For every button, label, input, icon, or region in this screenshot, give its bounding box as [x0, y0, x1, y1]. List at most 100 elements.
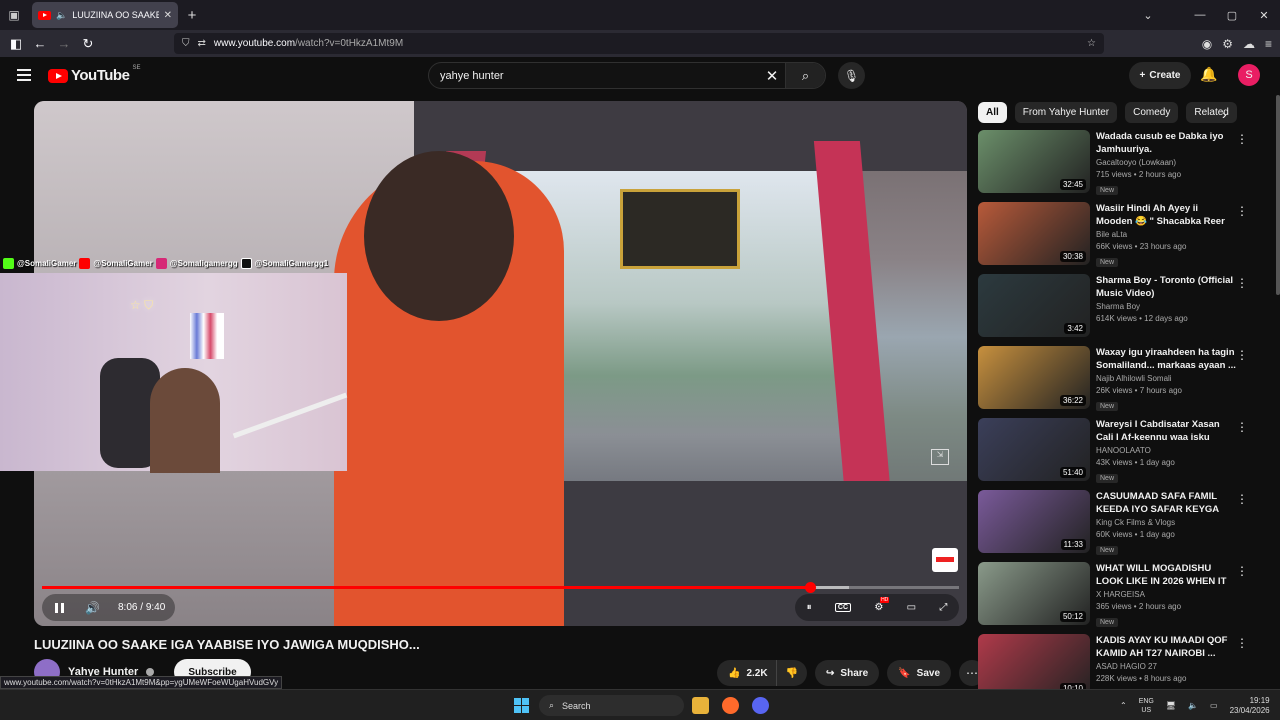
network-icon[interactable]: 🖥 [1166, 701, 1176, 710]
chip-from-channel[interactable]: From Yahye Hunter [1014, 102, 1118, 123]
recommendation-thumbnail[interactable]: 3:42 [978, 274, 1090, 337]
close-tab-icon[interactable]: ✕ [164, 10, 172, 21]
recommendation-thumbnail[interactable]: 11:33 [978, 490, 1090, 553]
permissions-icon[interactable]: ⇄ [198, 38, 206, 49]
recommendation-thumbnail[interactable]: 30:38 [978, 202, 1090, 265]
more-options-icon[interactable]: ⋮ [1236, 564, 1248, 578]
recommendation-item[interactable]: 36:22 Waxay igu yiraahdeen ha tagin Somal… [978, 346, 1258, 411]
close-window-button[interactable]: ✕ [1248, 9, 1280, 22]
volume-tray-icon[interactable]: 🔈 [1188, 701, 1198, 710]
recommendation-title[interactable]: Sharma Boy - Toronto (Official Music Vid… [1096, 274, 1236, 300]
recommendation-item[interactable]: 30:38 Wasiir Hindi Ah Ayey ii Mooden 😂 " … [978, 202, 1258, 267]
youtube-logo[interactable]: YouTube SE [48, 65, 140, 84]
recommendation-title[interactable]: Wasiir Hindi Ah Ayey ii Mooden 😂 " Shaca… [1096, 202, 1236, 228]
recommendation-thumbnail[interactable]: 51:40 [978, 418, 1090, 481]
app-menu-icon[interactable]: ≡ [1265, 37, 1272, 51]
recommendation-title[interactable]: CASUUMAAD SAFA FAMIL KEEDA IYO SAFAR KEY… [1096, 490, 1236, 516]
recommendation-title[interactable]: Waxay igu yiraahdeen ha tagin Somaliland… [1096, 346, 1236, 372]
account-icon[interactable]: ◉ [1202, 37, 1212, 51]
back-button[interactable]: ← [28, 36, 52, 51]
tray-overflow-icon[interactable]: ⌃ [1120, 701, 1127, 710]
fullscreen-icon[interactable]: ⤢ [939, 602, 947, 613]
minimize-button[interactable]: — [1184, 9, 1216, 21]
recommendation-thumbnail[interactable]: 50:12 [978, 562, 1090, 625]
page-scrollbar[interactable] [1276, 95, 1280, 295]
recommendation-item[interactable]: 3:42 Sharma Boy - Toronto (Official Music… [978, 274, 1258, 338]
extension-icon[interactable]: ☁ [1243, 37, 1255, 51]
maximize-button[interactable]: ▢ [1216, 9, 1248, 22]
notifications-bell-icon[interactable]: 🔔 [1200, 66, 1217, 83]
autoplay-toggle-icon[interactable]: ⏸ [807, 602, 812, 613]
more-options-icon[interactable]: ⋮ [1236, 276, 1248, 290]
recommendation-item[interactable]: 32:45 Wadada cusub ee Dabka iyo Jamhuuriy… [978, 130, 1258, 195]
recommendation-title[interactable]: WHAT WILL MOGADISHU LOOK LIKE IN 2026 WH… [1096, 562, 1236, 588]
file-explorer-icon[interactable] [692, 697, 709, 714]
windows-start-icon[interactable] [514, 698, 529, 713]
chevron-right-icon[interactable]: › [1222, 106, 1227, 122]
clock[interactable]: 19:19 23/04/2026 [1230, 696, 1270, 716]
recommendation-channel[interactable]: Najib Alhilowli Somali [1096, 374, 1236, 383]
chip-comedy[interactable]: Comedy [1125, 102, 1179, 123]
reload-button[interactable]: ↻ [76, 36, 100, 52]
recommendation-thumbnail[interactable]: 10:10 [978, 634, 1090, 697]
browser-tab[interactable]: 🔈 LUUZIINA OO SAAKE IGA Y... ✕ [32, 2, 178, 28]
recommendation-channel[interactable]: Bile aLta [1096, 230, 1236, 239]
account-avatar[interactable]: S [1238, 64, 1260, 86]
captions-button[interactable]: CC [834, 603, 852, 612]
recommendation-title[interactable]: KADIS AYAY KU IMAADI QOF KAMID AH T27 NA… [1096, 634, 1236, 660]
speaker-icon[interactable]: 🔈 [56, 10, 67, 21]
chip-all[interactable]: All [978, 102, 1007, 123]
more-options-icon[interactable]: ⋮ [1236, 204, 1248, 218]
share-button[interactable]: ↪ Share [815, 660, 880, 686]
battery-icon[interactable]: ▭ [1210, 701, 1218, 710]
taskbar-search[interactable]: ⌕ Search [539, 695, 684, 716]
recommendation-channel[interactable]: HANOOLAATO [1096, 446, 1236, 455]
more-options-icon[interactable]: ⋮ [1236, 420, 1248, 434]
recommendation-title[interactable]: Wareysi I Cabdisatar Xasan Cali I Af-kee… [1096, 418, 1236, 444]
firefox-icon[interactable] [722, 697, 739, 714]
recommendation-channel[interactable]: X HARGEISA [1096, 590, 1236, 599]
bookmark-star-icon[interactable]: ☆ [1087, 38, 1096, 49]
recommendation-channel[interactable]: Gacaltooyo (Lowkaan) [1096, 158, 1236, 167]
search-button[interactable]: ⌕ [785, 63, 825, 88]
discord-icon[interactable] [752, 697, 769, 714]
language-indicator[interactable]: ENG US [1139, 697, 1154, 715]
more-options-icon[interactable]: ⋮ [1236, 492, 1248, 506]
settings-gear-icon[interactable]: ⚙ HD [874, 597, 890, 613]
more-options-icon[interactable]: ⋮ [1236, 348, 1248, 362]
menu-icon[interactable] [17, 69, 31, 81]
new-tab-button[interactable]: + [178, 7, 206, 24]
pause-button[interactable] [46, 594, 73, 621]
search-input[interactable]: yahye hunter [429, 70, 759, 82]
recommendation-channel[interactable]: Sharma Boy [1096, 302, 1236, 311]
more-options-icon[interactable]: ⋮ [1236, 132, 1248, 146]
recommendation-channel[interactable]: ASAD HAGIO 27 [1096, 662, 1236, 671]
shield-icon[interactable]: ⛉ [182, 38, 190, 49]
recommendation-item[interactable]: 50:12 WHAT WILL MOGADISHU LOOK LIKE IN 20… [978, 562, 1258, 627]
subscribe-watermark[interactable] [932, 548, 958, 572]
recommendation-item[interactable]: 51:40 Wareysi I Cabdisatar Xasan Cali I A… [978, 418, 1258, 483]
address-bar[interactable]: ⛉ ⇄ www.youtube.com/watch?v=0tHkzA1Mt9M … [174, 33, 1104, 54]
create-button[interactable]: + Create [1129, 62, 1191, 89]
clear-search-icon[interactable]: ✕ [759, 67, 785, 85]
recommendation-title[interactable]: Wadada cusub ee Dabka iyo Jamhuuriya. [1096, 130, 1236, 156]
tab-list-icon[interactable]: ▣ [0, 0, 28, 30]
save-button[interactable]: 🔖 Save [887, 660, 952, 686]
volume-button[interactable]: 🔊 [79, 594, 106, 621]
recommendation-item[interactable]: 11:33 CASUUMAAD SAFA FAMIL KEEDA IYO SAFA… [978, 490, 1258, 555]
voice-search-button[interactable]: 🎙 [838, 62, 865, 89]
chip-related[interactable]: Related [1186, 102, 1237, 123]
extensions-icon[interactable]: ⚙ [1222, 37, 1233, 51]
recommendation-thumbnail[interactable]: 32:45 [978, 130, 1090, 193]
recommendation-channel[interactable]: King Ck Films & Vlogs [1096, 518, 1236, 527]
dislike-button[interactable]: 👎 [776, 660, 808, 686]
more-options-icon[interactable]: ⋮ [1236, 636, 1248, 650]
like-button[interactable]: 👍 2.2K [717, 660, 777, 686]
miniplayer-icon[interactable]: ⇲ [931, 449, 949, 465]
recommendation-thumbnail[interactable]: 36:22 [978, 346, 1090, 409]
tab-overflow-icon[interactable]: ⌄ [1132, 9, 1164, 22]
forward-button[interactable]: → [52, 36, 76, 51]
sidebar-toggle-icon[interactable]: ◧ [4, 36, 28, 52]
progress-bar[interactable] [42, 582, 959, 593]
theater-mode-icon[interactable]: ▭ [907, 602, 916, 613]
